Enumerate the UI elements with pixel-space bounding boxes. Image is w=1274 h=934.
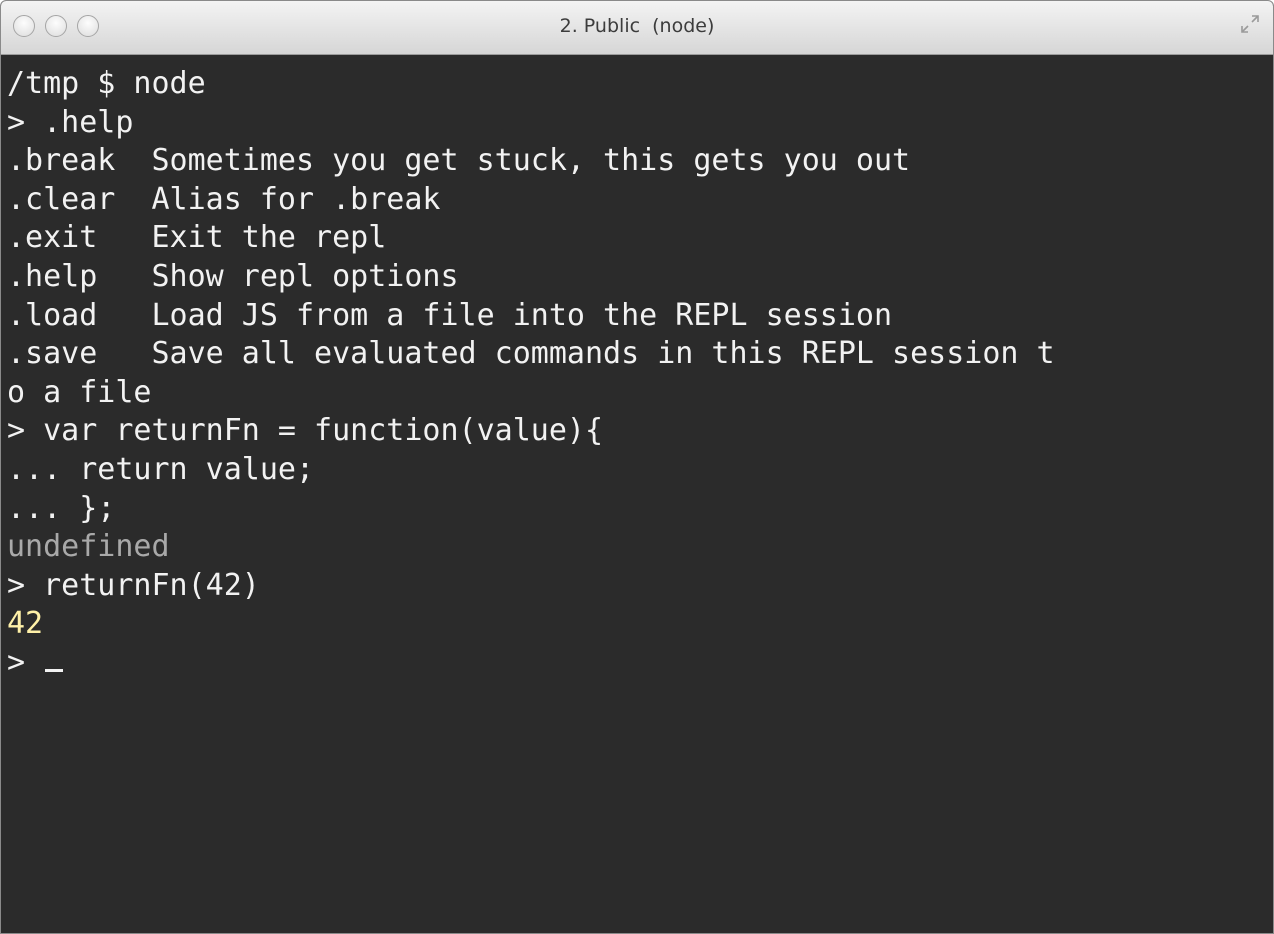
terminal-line: .exit Exit the repl bbox=[7, 220, 387, 256]
terminal-line: ... return value; bbox=[7, 451, 315, 487]
terminal-line-result: 42 bbox=[7, 606, 44, 642]
terminal-line: > returnFn(42) bbox=[7, 567, 260, 603]
terminal-line: .load Load JS from a file into the REPL … bbox=[7, 297, 893, 333]
terminal-line: o a file bbox=[7, 374, 152, 410]
terminal-cursor bbox=[45, 668, 64, 672]
terminal-prompt-line[interactable]: > bbox=[7, 644, 1273, 683]
terminal-window: 2. Public (node) /tmp $ node > .help .br… bbox=[0, 0, 1274, 934]
terminal-output[interactable]: /tmp $ node > .help .break Sometimes you… bbox=[1, 55, 1273, 933]
terminal-line: ... }; bbox=[7, 490, 116, 526]
terminal-line: > .help bbox=[7, 104, 134, 140]
title-bar[interactable]: 2. Public (node) bbox=[1, 1, 1273, 55]
terminal-line: .break Sometimes you get stuck, this get… bbox=[7, 143, 911, 179]
terminal-line: .clear Alias for .break bbox=[7, 181, 441, 217]
terminal-line: > var returnFn = function(value){ bbox=[7, 413, 604, 449]
window-title: 2. Public (node) bbox=[559, 15, 715, 37]
terminal-line-undefined: undefined bbox=[7, 529, 170, 565]
terminal-line: .help Show repl options bbox=[7, 258, 459, 294]
prompt-text: > bbox=[7, 644, 44, 680]
fullscreen-arrows-icon[interactable] bbox=[1239, 13, 1261, 35]
terminal-line: .save Save all evaluated commands in thi… bbox=[7, 336, 1055, 372]
terminal-line: /tmp $ node bbox=[7, 66, 206, 101]
